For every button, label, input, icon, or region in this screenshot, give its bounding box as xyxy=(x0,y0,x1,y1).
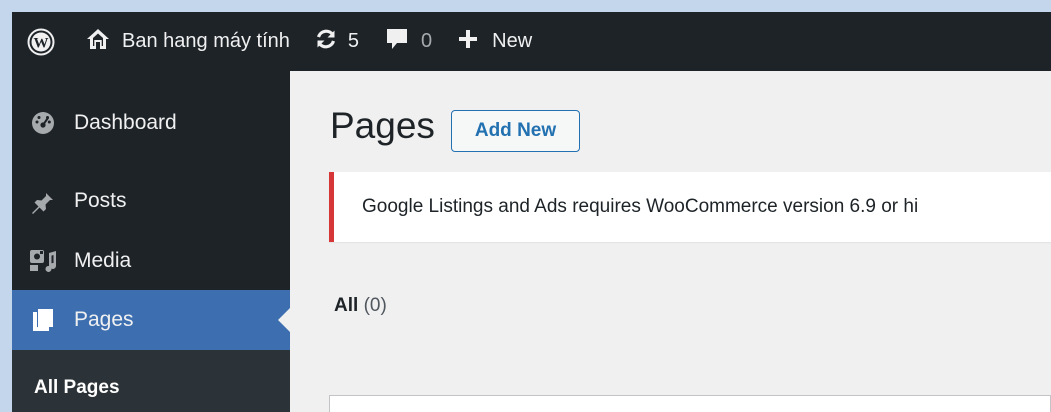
home-icon xyxy=(86,28,110,56)
updates-count: 5 xyxy=(347,30,360,52)
pages-table xyxy=(329,395,1051,412)
sidebar-item-label: Posts xyxy=(74,189,127,212)
window-left-edge xyxy=(0,0,12,412)
notice-text: Google Listings and Ads requires WooComm… xyxy=(362,196,919,217)
submenu-item-all-pages[interactable]: All Pages xyxy=(34,377,120,399)
comments-link[interactable]: 0 xyxy=(359,12,432,71)
site-name-link[interactable]: Ban hang máy tính xyxy=(70,12,290,71)
pin-icon xyxy=(12,188,74,214)
wordpress-icon: W xyxy=(27,28,55,55)
page-title: Pages xyxy=(330,105,435,146)
admin-bar: W Ban hang máy tính 5 0 New xyxy=(12,12,1051,71)
sidebar-item-posts[interactable]: Posts xyxy=(12,171,290,231)
admin-sidebar: Dashboard Posts Media Pages All Pages xyxy=(12,71,290,412)
sidebar-item-label: Pages xyxy=(74,308,134,331)
error-notice: Google Listings and Ads requires WooComm… xyxy=(329,172,1051,242)
plus-icon xyxy=(458,29,478,55)
pages-icon xyxy=(12,308,74,332)
sidebar-item-media[interactable]: Media xyxy=(12,231,290,291)
new-content-link[interactable]: New xyxy=(432,12,532,71)
svg-text:W: W xyxy=(34,35,49,51)
dashboard-icon xyxy=(12,111,74,135)
updates-icon xyxy=(314,28,338,56)
status-filters: All (0) xyxy=(334,295,387,317)
add-new-button[interactable]: Add New xyxy=(451,110,580,152)
site-name: Ban hang máy tính xyxy=(122,30,290,52)
filter-all-count: (0) xyxy=(363,295,387,316)
window-top-edge xyxy=(0,0,1051,12)
media-icon xyxy=(12,249,74,273)
sidebar-item-dashboard[interactable]: Dashboard xyxy=(12,93,290,153)
comments-count: 0 xyxy=(421,30,433,52)
filter-all-link[interactable]: All xyxy=(334,295,358,316)
new-label: New xyxy=(492,30,533,52)
sidebar-item-label: Media xyxy=(74,249,132,272)
pages-submenu: All Pages xyxy=(12,350,290,412)
wordpress-logo-button[interactable]: W xyxy=(12,12,70,71)
sidebar-item-label: Dashboard xyxy=(74,111,177,134)
comment-icon xyxy=(385,27,409,57)
sidebar-item-pages[interactable]: Pages xyxy=(12,290,290,350)
updates-link[interactable]: 5 xyxy=(290,12,359,71)
